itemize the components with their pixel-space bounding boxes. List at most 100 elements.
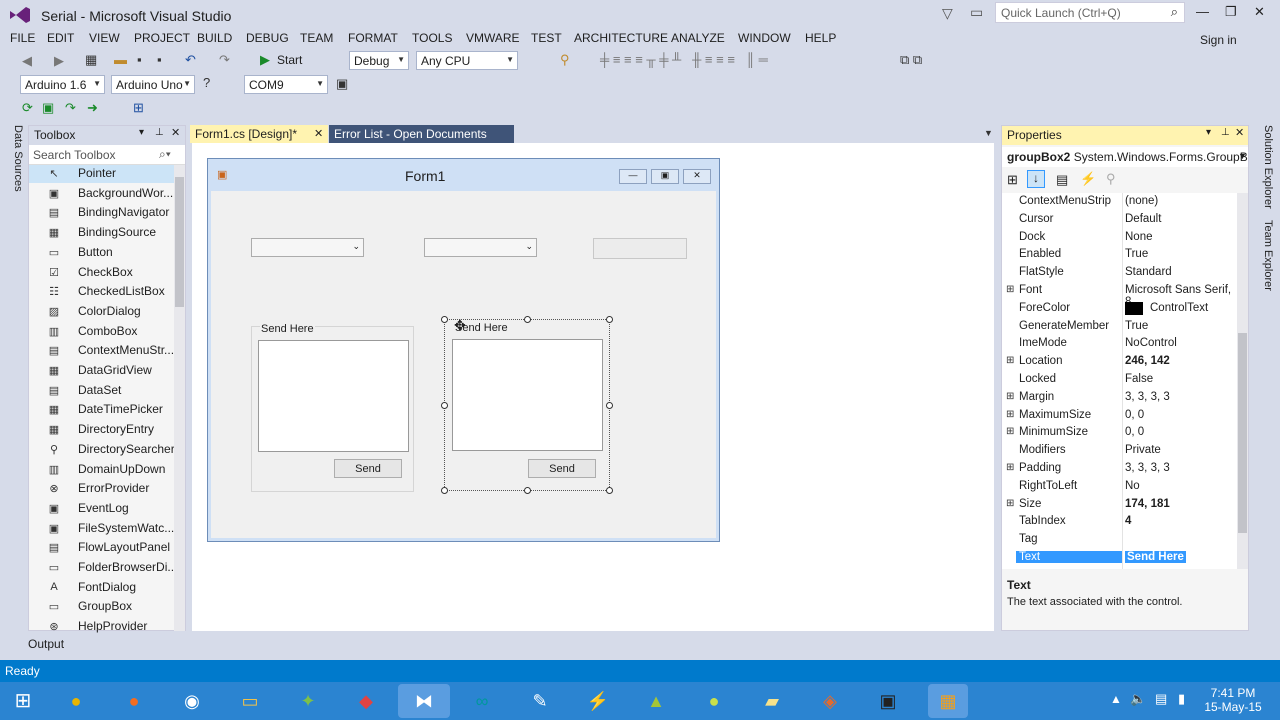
minimize-button[interactable]: — xyxy=(1196,4,1209,19)
toolbox-item[interactable]: EventLog xyxy=(78,501,129,515)
menu-debug[interactable]: DEBUG xyxy=(246,31,289,45)
property-value[interactable]: 3, 3, 3, 3 xyxy=(1125,391,1170,403)
network-icon[interactable]: ▤ xyxy=(1155,691,1167,707)
property-value[interactable]: NoControl xyxy=(1125,337,1177,349)
tool-icon[interactable]: ✎ xyxy=(522,684,558,718)
run-icon[interactable]: ➜ xyxy=(87,100,98,116)
resize-handle[interactable] xyxy=(524,316,531,323)
property-row[interactable]: ⊞ MinimumSize 0, 0 xyxy=(1002,424,1236,442)
arduino-icon[interactable]: ∞ xyxy=(464,684,500,718)
property-row[interactable]: FlatStyle Standard xyxy=(1002,264,1236,282)
output-tab[interactable]: Output xyxy=(28,637,64,651)
toolbox-item[interactable]: ComboBox xyxy=(78,324,137,338)
resize-handle[interactable] xyxy=(441,487,448,494)
menu-test[interactable]: TEST xyxy=(531,31,562,45)
align-icon[interactable]: ╪ ≡ ≡ ≡ ╥ ╪ ╨ ╫ ≡ ≡ ≡ ║ ═ xyxy=(600,52,768,67)
sign-in-link[interactable]: Sign in xyxy=(1200,33,1237,47)
save-all-icon[interactable]: ▪ xyxy=(157,52,162,67)
toolbox-item[interactable]: FolderBrowserDi... xyxy=(78,560,177,574)
toolbox-item[interactable]: DirectoryEntry xyxy=(78,422,154,436)
app-icon[interactable]: ◈ xyxy=(812,684,848,718)
property-row[interactable]: GenerateMember True xyxy=(1002,318,1236,336)
tray-show-icon[interactable]: ▲ xyxy=(1110,692,1122,706)
toolbox-item[interactable]: FontDialog xyxy=(78,580,136,594)
config-select[interactable]: Debug ▼ xyxy=(349,51,409,70)
volume-icon[interactable]: 🔈 xyxy=(1130,691,1146,707)
move-handle-icon[interactable]: ✥ xyxy=(454,317,466,334)
property-row[interactable]: ⊞ Margin 3, 3, 3, 3 xyxy=(1002,389,1236,407)
find-icon[interactable]: ⚲ xyxy=(560,52,570,68)
app-icon[interactable]: ✦ xyxy=(290,684,326,718)
menu-view[interactable]: VIEW xyxy=(89,31,120,45)
expand-icon[interactable]: ⊞ xyxy=(1006,284,1014,295)
pin-icon[interactable]: ⊥ xyxy=(1221,127,1230,138)
form1-window[interactable]: ▣ Form1 — ▣ ✕ ⌄ ⌄ Send Here Send Send He… xyxy=(207,158,720,542)
menu-edit[interactable]: EDIT xyxy=(47,31,74,45)
categorized-icon[interactable]: ⊞ xyxy=(1007,172,1018,188)
property-row[interactable]: ImeMode NoControl xyxy=(1002,335,1236,353)
team-explorer-tab[interactable]: Team Explorer xyxy=(1256,220,1274,294)
expand-icon[interactable]: ⊞ xyxy=(1006,409,1014,420)
back-icon[interactable]: ◀ xyxy=(22,53,32,69)
property-value[interactable]: 246, 142 xyxy=(1125,355,1170,367)
layout-icon[interactable]: ⧉ ⧉ xyxy=(900,52,922,68)
property-row[interactable]: Locked False xyxy=(1002,371,1236,389)
combo-box-1[interactable]: ⌄ xyxy=(251,238,364,257)
terminal-icon[interactable]: ▣ xyxy=(870,684,906,718)
property-value[interactable]: No xyxy=(1125,480,1140,492)
toolbox-item[interactable]: ErrorProvider xyxy=(78,481,149,495)
text-box[interactable] xyxy=(593,238,687,259)
toolbox-item[interactable]: ColorDialog xyxy=(78,304,141,318)
property-value[interactable]: 3, 3, 3, 3 xyxy=(1125,462,1170,474)
resize-handle[interactable] xyxy=(524,487,531,494)
toolbox-item[interactable]: Button xyxy=(78,245,113,259)
app-icon[interactable]: ⚡ xyxy=(580,684,616,718)
forward-icon[interactable]: ▶ xyxy=(54,53,64,69)
menu-architecture[interactable]: ARCHITECTURE xyxy=(574,31,668,45)
app-icon[interactable]: ● xyxy=(696,684,732,718)
property-value[interactable]: 0, 0 xyxy=(1125,409,1144,421)
clock[interactable]: 7:41 PM 15-May-15 xyxy=(1203,686,1263,714)
browser-icon[interactable]: ◉ xyxy=(174,684,210,718)
property-row[interactable]: Enabled True xyxy=(1002,246,1236,264)
filter-icon[interactable]: ▽ xyxy=(942,5,953,22)
resize-handle[interactable] xyxy=(441,316,448,323)
help-icon[interactable]: ? xyxy=(203,75,210,90)
group-box-1[interactable]: Send Here Send xyxy=(251,323,414,492)
maximize-button[interactable]: ❐ xyxy=(1225,4,1237,20)
notification-icon[interactable]: ▭ xyxy=(970,4,983,21)
app-icon[interactable]: ▦ xyxy=(928,684,968,718)
property-row[interactable]: Modifiers Private xyxy=(1002,442,1236,460)
property-value[interactable]: None xyxy=(1125,231,1153,243)
toolbox-item[interactable]: DirectorySearcher xyxy=(78,442,175,456)
resize-handle[interactable] xyxy=(606,487,613,494)
data-sources-tab[interactable]: Data Sources xyxy=(8,125,24,195)
property-value[interactable]: Send Here xyxy=(1125,551,1186,563)
toolbox-item[interactable]: FileSystemWatc... xyxy=(78,521,174,535)
menu-format[interactable]: FORMAT xyxy=(348,31,398,45)
menu-vmware[interactable]: VMWARE xyxy=(466,31,520,45)
property-row[interactable]: ForeColor ControlText xyxy=(1002,300,1236,318)
properties-scrollbar[interactable] xyxy=(1237,193,1248,569)
menu-build[interactable]: BUILD xyxy=(197,31,232,45)
events-icon[interactable]: ⚡ xyxy=(1080,171,1096,187)
menu-help[interactable]: HELP xyxy=(805,31,836,45)
property-value[interactable]: ControlText xyxy=(1150,302,1208,314)
visual-studio-taskbar-icon[interactable]: ⧓ xyxy=(398,684,450,718)
solution-explorer-tab[interactable]: Solution Explorer xyxy=(1256,125,1274,213)
properties-icon[interactable]: ▤ xyxy=(1056,172,1068,188)
menu-window[interactable]: WINDOW xyxy=(738,31,791,45)
toolbox-item[interactable]: Pointer xyxy=(78,166,116,180)
board-select[interactable]: Arduino Uno ▼ xyxy=(111,75,195,94)
start-button[interactable]: Start xyxy=(277,53,302,67)
expand-icon[interactable]: ⊞ xyxy=(1006,391,1014,402)
property-value[interactable]: False xyxy=(1125,373,1153,385)
firefox-icon[interactable]: ● xyxy=(116,684,152,718)
expand-icon[interactable]: ⊞ xyxy=(1006,355,1014,366)
property-value[interactable]: 174, 181 xyxy=(1125,498,1170,510)
property-row[interactable]: ⊞ Size 174, 181 xyxy=(1002,496,1236,514)
port-select[interactable]: COM9 ▼ xyxy=(244,75,328,94)
toolbox-item[interactable]: HelpProvider xyxy=(78,619,147,633)
property-row[interactable]: RightToLeft No xyxy=(1002,478,1236,496)
redo-icon[interactable]: ↷ xyxy=(219,52,230,68)
